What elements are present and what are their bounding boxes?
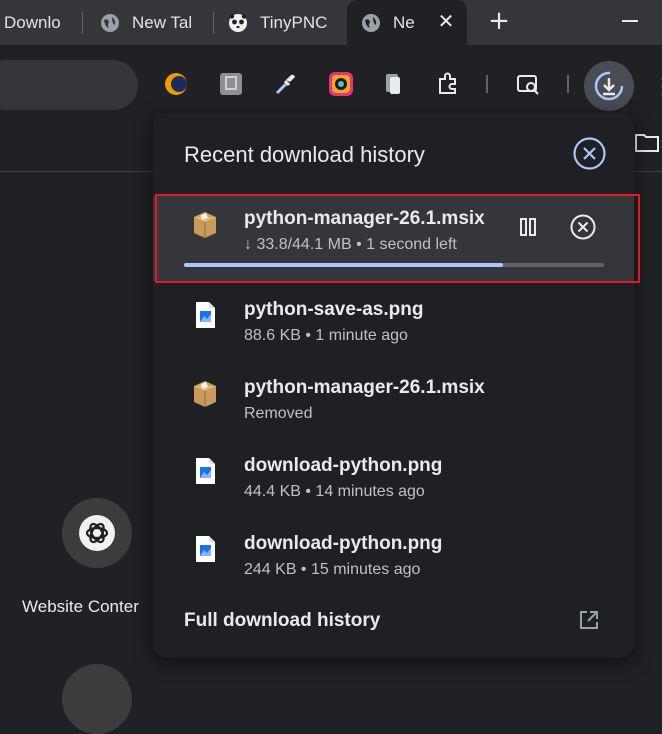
plus-icon[interactable]: + <box>486 6 512 36</box>
close-icon[interactable] <box>573 137 606 170</box>
file-status: 44.4 KB • 14 minutes ago <box>244 483 425 500</box>
tab-tinypng[interactable]: TinyPNC <box>228 0 328 45</box>
full-download-history-link[interactable]: Full download history <box>184 610 380 632</box>
download-item[interactable]: python-manager-26.1.msix Removed <box>153 365 634 443</box>
tab-label: Downlo <box>4 12 61 32</box>
extension-fox-icon[interactable] <box>163 71 189 97</box>
tab-label: Ne <box>393 12 415 32</box>
tab-separator <box>213 12 214 34</box>
extension-box-icon[interactable] <box>218 71 244 97</box>
download-button[interactable] <box>584 61 634 111</box>
address-bar[interactable] <box>0 60 138 110</box>
image-file-icon <box>196 536 215 562</box>
toolbar-separator <box>486 75 488 93</box>
tab-separator <box>82 12 83 34</box>
tab-strip: Downlo New Tal TinyPNC Ne ✕ + <box>0 0 662 45</box>
extension-clipboard-icon[interactable] <box>380 71 406 97</box>
extension-icon[interactable] <box>435 71 461 97</box>
progress-bar <box>184 263 604 267</box>
download-item[interactable]: python-save-as.png 88.6 KB • 1 minute ag… <box>153 287 634 365</box>
file-name: python-manager-26.1.msix <box>244 208 485 229</box>
package-icon <box>194 381 216 407</box>
file-status: ↓ 33.8/44.1 MB • 1 second left <box>244 236 457 253</box>
file-name: python-save-as.png <box>244 299 424 320</box>
download-item[interactable]: download-python.png 244 KB • 15 minutes … <box>153 521 634 599</box>
tab-downloads[interactable]: Downlo <box>0 0 80 45</box>
extension-color-icon[interactable] <box>328 71 354 97</box>
shortcut-label: Website Conter <box>22 597 139 616</box>
toolbar: ⋮ <box>0 45 662 115</box>
tab-new-tab[interactable]: New Tal <box>100 0 200 45</box>
file-name: download-python.png <box>244 455 443 476</box>
tab-label: TinyPNC <box>260 12 328 32</box>
file-status: 244 KB • 15 minutes ago <box>244 561 421 578</box>
tab-search-icon[interactable] <box>515 71 541 97</box>
minimize-button[interactable] <box>622 20 638 22</box>
package-icon <box>194 212 216 238</box>
cancel-icon[interactable] <box>569 213 597 241</box>
globe-icon <box>362 13 380 32</box>
globe-icon <box>101 13 119 32</box>
download-panel: Recent download history python-manager-2… <box>153 113 634 658</box>
file-status: Removed <box>244 405 313 422</box>
eyedropper-icon[interactable] <box>273 71 299 97</box>
open-external-icon[interactable] <box>578 609 600 631</box>
download-item[interactable]: python-manager-26.1.msix ↓ 33.8/44.1 MB … <box>153 196 634 281</box>
menu-icon[interactable]: ⋮ <box>652 75 662 97</box>
file-name: download-python.png <box>244 533 443 554</box>
shortcut-tile[interactable] <box>62 498 132 568</box>
file-status: 88.6 KB • 1 minute ago <box>244 327 408 344</box>
chatgpt-icon <box>79 515 115 551</box>
image-file-icon <box>196 302 215 328</box>
panda-icon <box>229 13 247 32</box>
download-item[interactable]: download-python.png 44.4 KB • 14 minutes… <box>153 443 634 521</box>
pause-icon[interactable] <box>516 215 540 239</box>
image-file-icon <box>196 458 215 484</box>
toolbar-separator <box>567 75 569 93</box>
shortcut-tile[interactable] <box>62 664 132 734</box>
download-icon <box>594 71 624 101</box>
tab-label: New Tal <box>132 12 193 32</box>
panel-title: Recent download history <box>184 142 425 167</box>
progress-fill <box>184 263 504 267</box>
file-name: python-manager-26.1.msix <box>244 377 485 398</box>
folder-icon[interactable] <box>634 131 660 153</box>
close-icon[interactable]: ✕ <box>435 10 457 33</box>
